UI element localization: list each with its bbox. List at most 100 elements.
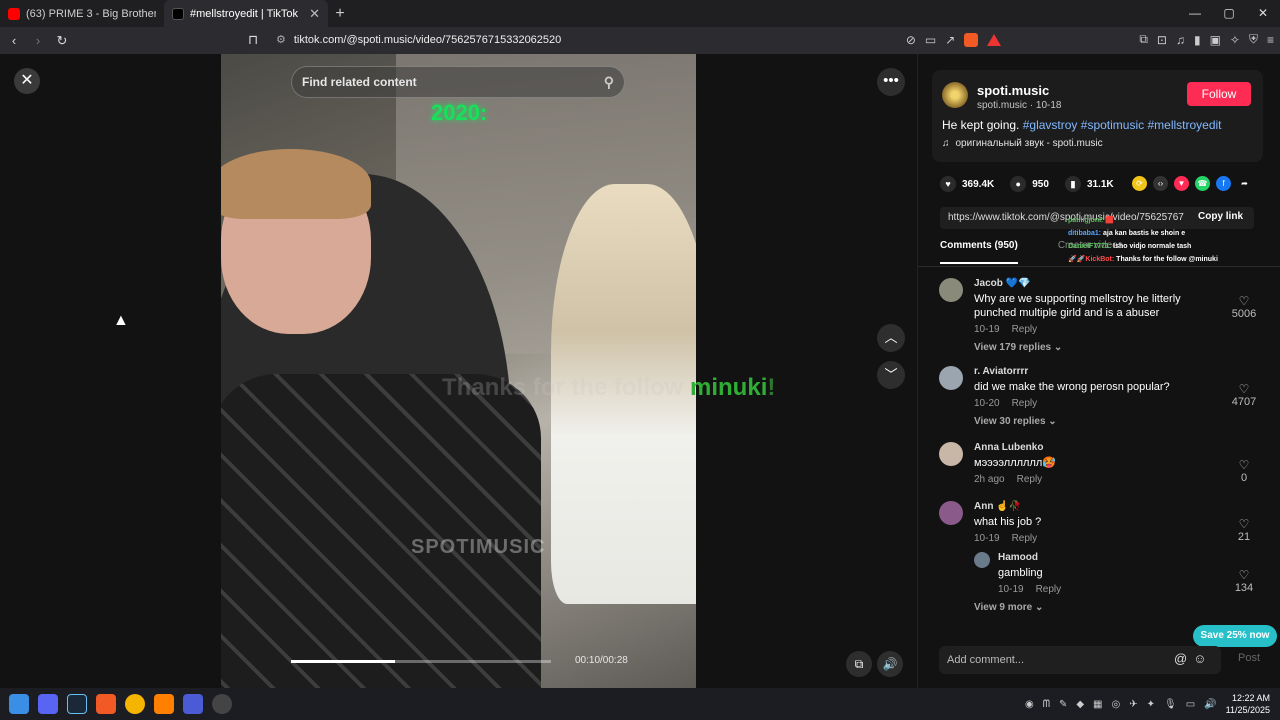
embed-icon[interactable]: ‹›: [1153, 176, 1168, 191]
reply-button[interactable]: Reply: [1012, 398, 1038, 409]
close-window-button[interactable]: ✕: [1246, 0, 1280, 27]
view-replies-button[interactable]: View 179 replies ⌄: [974, 342, 1062, 353]
comment-like[interactable]: ♡ 134: [1229, 568, 1259, 594]
music-info[interactable]: ♫ оригинальный звук - spoti.music: [942, 138, 1103, 149]
app-icon[interactable]: [183, 694, 203, 714]
screenshot-icon[interactable]: ⊡: [1157, 33, 1167, 47]
post-button[interactable]: Post: [1238, 652, 1260, 664]
author-avatar[interactable]: [942, 82, 968, 108]
leo-icon[interactable]: ✧: [1230, 33, 1240, 47]
tray-app-icon[interactable]: ✦: [1147, 699, 1155, 710]
heart-icon[interactable]: ♡: [1229, 294, 1259, 308]
music-icon[interactable]: ♫: [1176, 33, 1185, 47]
sidebar-icon[interactable]: ▮: [1194, 33, 1201, 47]
repost-icon[interactable]: ⟳: [1132, 176, 1147, 191]
speaker-icon[interactable]: 🔊: [1204, 699, 1216, 710]
commenter-name[interactable]: Ann ☝️🥀: [974, 501, 1021, 512]
start-icon[interactable]: [9, 694, 29, 714]
tray-app-icon[interactable]: ▦: [1093, 699, 1102, 710]
commenter-avatar[interactable]: [974, 552, 990, 568]
floating-player-icon[interactable]: ⧉: [846, 651, 872, 677]
comment-like[interactable]: ♡ 21: [1229, 517, 1259, 543]
chrome-icon[interactable]: [125, 694, 145, 714]
search-icon[interactable]: ⚲: [604, 74, 614, 91]
comment-like[interactable]: ♡ 0: [1229, 458, 1259, 484]
tray-app-icon[interactable]: ✈: [1129, 699, 1137, 710]
comment-like[interactable]: ♡ 5006: [1229, 294, 1259, 320]
commenter-avatar[interactable]: [939, 278, 963, 302]
share-icon[interactable]: ➦: [1237, 176, 1252, 191]
network-icon[interactable]: ▭: [1186, 699, 1195, 710]
url-field[interactable]: ⚙ tiktok.com/@spoti.music/video/75625767…: [276, 33, 561, 47]
nvidia-icon[interactable]: ◆: [1076, 699, 1084, 710]
commenter-avatar[interactable]: [939, 366, 963, 390]
new-tab-button[interactable]: +: [328, 5, 352, 23]
view-replies-button[interactable]: View 30 replies ⌄: [974, 416, 1057, 427]
follow-button[interactable]: Follow: [1187, 82, 1251, 106]
video-progress-bar[interactable]: [291, 660, 551, 663]
wallet-icon[interactable]: ▣: [1210, 33, 1221, 47]
tray-app-icon[interactable]: ◉: [1025, 699, 1034, 710]
comment-icon[interactable]: ●: [1010, 176, 1027, 192]
emoji-icon[interactable]: ☺: [1193, 651, 1206, 666]
system-clock[interactable]: 12:22 AM 11/25/2025: [1226, 692, 1270, 716]
commenter-name[interactable]: Anna Lubenko: [974, 442, 1043, 453]
minimize-button[interactable]: —: [1178, 0, 1212, 27]
tray-app-icon[interactable]: ᗰ: [1043, 699, 1050, 710]
promo-badge[interactable]: Save 25% now: [1193, 625, 1277, 647]
tab-comments[interactable]: Comments (950): [940, 240, 1018, 264]
share-page-icon[interactable]: ↗: [945, 33, 955, 47]
comment-like[interactable]: ♡ 4707: [1229, 382, 1259, 408]
video-player[interactable]: 2020: SPOTIMUSIC Find related content ⚲ …: [221, 54, 696, 688]
author-name[interactable]: spoti.music: [977, 83, 1049, 98]
whatsapp-icon[interactable]: ☎: [1195, 176, 1210, 191]
menu-icon[interactable]: ≡: [1267, 33, 1274, 47]
forward-icon[interactable]: ›: [28, 33, 48, 48]
vpn-icon[interactable]: ⛨: [1249, 32, 1258, 47]
commenter-name[interactable]: Hamood: [998, 552, 1038, 563]
tray-app-icon[interactable]: ✎: [1059, 699, 1067, 710]
heart-icon[interactable]: ♥: [940, 176, 956, 192]
brave-icon[interactable]: [96, 694, 116, 714]
hashtag-link[interactable]: #mellstroyedit: [1147, 118, 1221, 132]
microphone-icon[interactable]: 🎙: [1164, 699, 1177, 710]
more-icon[interactable]: •••: [877, 68, 905, 96]
steam-tray-icon[interactable]: ◎: [1111, 699, 1120, 710]
vlc-icon[interactable]: [154, 694, 174, 714]
maximize-button[interactable]: ▢: [1212, 0, 1246, 27]
chevron-up-icon[interactable]: ︿: [877, 324, 905, 352]
hashtag-link[interactable]: #spotimusic: [1081, 118, 1144, 132]
heart-icon[interactable]: ♡: [1229, 568, 1259, 582]
mention-icon[interactable]: @: [1174, 651, 1187, 666]
back-icon[interactable]: ‹: [4, 33, 24, 48]
commenter-name[interactable]: r. Aviatorrrr: [974, 366, 1028, 377]
extensions-icon[interactable]: ⧉: [1139, 32, 1148, 47]
send-icon[interactable]: ▼: [1174, 176, 1189, 191]
tab-youtube[interactable]: (63) PRIME 3 - Big Brother VIP Kosovo: [0, 0, 164, 27]
site-settings-icon[interactable]: ⚙: [276, 33, 286, 46]
reader-icon[interactable]: ⊘: [906, 33, 916, 47]
reply-button[interactable]: Reply: [1012, 324, 1038, 335]
brave-shields-icon[interactable]: [964, 32, 979, 47]
commenter-avatar[interactable]: [939, 442, 963, 466]
heart-icon[interactable]: ♡: [1229, 382, 1259, 396]
related-search-input[interactable]: Find related content ⚲: [291, 66, 625, 98]
facebook-icon[interactable]: f: [1216, 176, 1231, 191]
cast-icon[interactable]: ▭: [925, 33, 936, 47]
close-icon[interactable]: ✕: [14, 68, 40, 94]
reload-icon[interactable]: ↻: [52, 33, 72, 49]
heart-icon[interactable]: ♡: [1229, 458, 1259, 472]
tab-tiktok[interactable]: #mellstroyedit | TikTok ✕: [164, 0, 328, 27]
chevron-down-icon[interactable]: ﹀: [877, 361, 905, 389]
bookmark-icon[interactable]: ⊓: [248, 32, 262, 48]
obs-icon[interactable]: [212, 694, 232, 714]
volume-icon[interactable]: 🔊: [877, 651, 903, 677]
reply-button[interactable]: Reply: [1017, 474, 1043, 485]
bookmark-icon[interactable]: ▮: [1064, 176, 1081, 192]
brave-rewards-icon[interactable]: [987, 33, 1002, 46]
discord-icon[interactable]: [38, 694, 58, 714]
hashtag-link[interactable]: #glavstroy: [1023, 118, 1078, 132]
steam-icon[interactable]: [67, 694, 87, 714]
commenter-name[interactable]: Jacob 💙💎: [974, 278, 1031, 289]
close-tab-icon[interactable]: ✕: [309, 6, 320, 22]
